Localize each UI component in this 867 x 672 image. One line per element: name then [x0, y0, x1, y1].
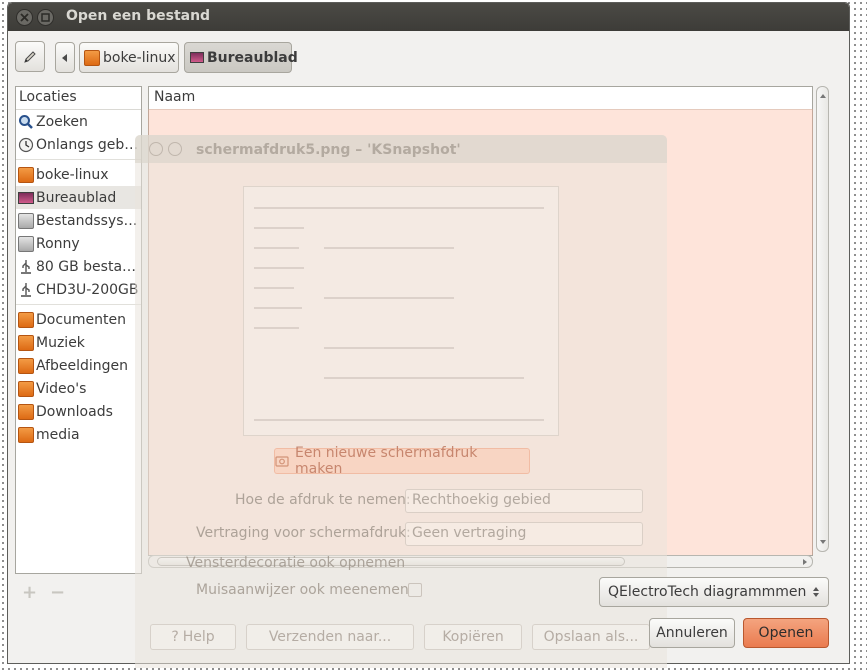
- folder-icon: [18, 403, 34, 420]
- sidebar-item-label: CHD3U-200GB: [36, 281, 139, 298]
- search-icon: [19, 114, 33, 129]
- arrow-down-icon: [820, 540, 826, 544]
- recent-icon: [18, 137, 34, 152]
- close-button[interactable]: [16, 9, 33, 26]
- pencil-icon: [24, 50, 36, 63]
- usb-drive-icon: [21, 259, 31, 274]
- delay-label: Vertraging voor schermafdruk:: [196, 525, 411, 541]
- ghost-help-label: Help: [182, 629, 215, 645]
- places-sidebar: Locaties Zoeken Onlangs geb… boke-linux …: [15, 86, 142, 574]
- filesystem-icon: [18, 212, 34, 229]
- capture-mode-combo[interactable]: Rechthoekig gebied: [405, 489, 643, 513]
- window-decoration-label: Vensterdecoratie ook opnemen: [186, 555, 406, 571]
- ghost-title-bar: schermafdruk5.png – 'KSnapshot': [135, 135, 667, 163]
- delay-spinbox[interactable]: Geen vertraging: [405, 522, 643, 546]
- home-folder-icon: [84, 49, 100, 66]
- sidebar-item-80gb[interactable]: 80 GB besta…: [16, 255, 141, 278]
- updown-arrows-icon: [813, 587, 819, 597]
- file-type-filter[interactable]: QElectroTech diagrammmen: [599, 577, 829, 607]
- sidebar-item-documenten[interactable]: Documenten: [16, 308, 141, 331]
- sidebar-item-label: boke-linux: [36, 166, 109, 183]
- sidebar-separator: [16, 304, 141, 305]
- ghost-send-label: Verzenden naar...: [268, 629, 392, 645]
- ghost-close-icon: [149, 142, 163, 156]
- pictures-folder-icon: [18, 357, 34, 374]
- title-bar: Open een bestand: [8, 3, 849, 31]
- breadcrumb-bureaublad[interactable]: Bureaublad: [184, 42, 298, 73]
- sidebar-item-recent[interactable]: Onlangs geb…: [16, 133, 141, 156]
- sidebar-item-label: Onlangs geb…: [36, 136, 139, 153]
- sidebar-separator: [16, 159, 141, 160]
- sidebar-item-label: Downloads: [36, 403, 113, 420]
- arrow-right-icon: [803, 559, 807, 565]
- remove-bookmark-icon[interactable]: −: [50, 582, 65, 603]
- music-folder-icon: [18, 334, 34, 351]
- maximize-button[interactable]: [37, 9, 54, 26]
- mouse-pointer-checkbox[interactable]: [408, 583, 422, 597]
- sidebar-item-ronny[interactable]: Ronny: [16, 232, 141, 255]
- sidebar-item-videos[interactable]: Video's: [16, 377, 141, 400]
- sidebar-item-muziek[interactable]: Muziek: [16, 331, 141, 354]
- sidebar-item-label: Bestandssys…: [36, 212, 138, 229]
- mouse-pointer-label: Muisaanwijzer ook meenemen: [196, 582, 409, 598]
- sidebar-item-label: Ronny: [36, 235, 80, 252]
- breadcrumb-label: Bureaublad: [207, 49, 298, 66]
- videos-folder-icon: [18, 380, 34, 397]
- column-header-naam[interactable]: Naam: [149, 87, 812, 110]
- add-bookmark-icon[interactable]: +: [22, 582, 37, 603]
- sidebar-item-zoeken[interactable]: Zoeken: [16, 110, 141, 133]
- sidebar-item-bureaublad[interactable]: Bureaublad: [16, 186, 141, 209]
- capture-mode-label: Hoe de afdruk te nemen:: [235, 492, 411, 508]
- sidebar-header[interactable]: Locaties: [16, 87, 141, 110]
- sidebar-item-bestandssysteem[interactable]: Bestandssys…: [16, 209, 141, 232]
- breadcrumb-boke-linux[interactable]: boke-linux: [79, 42, 179, 73]
- cancel-button[interactable]: Annuleren: [649, 618, 735, 648]
- home-folder-icon: [18, 166, 34, 183]
- sidebar-item-downloads[interactable]: Downloads: [16, 400, 141, 423]
- open-button[interactable]: Openen: [743, 618, 829, 648]
- sidebar-item-label: Zoeken: [36, 113, 88, 130]
- ghost-copy-button[interactable]: Kopiëren: [424, 624, 522, 650]
- sidebar-item-afbeeldingen[interactable]: Afbeeldingen: [16, 354, 141, 377]
- ghost-window-title: schermafdruk5.png – 'KSnapshot': [196, 142, 461, 158]
- desktop-icon: [190, 52, 204, 63]
- ghost-copy-label: Kopiëren: [442, 629, 504, 645]
- new-snapshot-label: Een nieuwe schermafdruk maken: [295, 445, 478, 477]
- sidebar-item-label: Bureaublad: [36, 189, 117, 206]
- sidebar-item-label: media: [36, 426, 80, 443]
- ghost-save-button[interactable]: Opslaan als...: [532, 624, 650, 650]
- drive-icon: [18, 235, 34, 252]
- ghost-maximize-icon: [168, 142, 182, 156]
- sidebar-item-boke-linux[interactable]: boke-linux: [16, 163, 141, 186]
- help-icon: ?: [171, 629, 179, 645]
- camera-icon: [275, 456, 289, 467]
- ghost-help-button[interactable]: ? Help: [150, 624, 236, 650]
- maximize-icon: [41, 13, 50, 22]
- usb-drive-icon: [21, 282, 31, 297]
- ghost-save-label: Opslaan als...: [543, 629, 639, 645]
- path-scroll-left-button[interactable]: [55, 42, 75, 73]
- snapshot-preview[interactable]: [243, 186, 559, 436]
- folder-icon: [18, 311, 34, 328]
- arrow-up-icon: [820, 94, 826, 98]
- type-location-button[interactable]: [15, 41, 45, 72]
- filter-selected-label: QElectroTech diagrammmen: [608, 584, 807, 600]
- sidebar-item-chd3u[interactable]: CHD3U-200GB: [16, 278, 141, 301]
- ghost-send-button[interactable]: Verzenden naar...: [246, 624, 414, 650]
- vertical-scrollbar[interactable]: [816, 86, 829, 552]
- close-icon: [20, 13, 29, 22]
- breadcrumb-label: boke-linux: [103, 49, 176, 66]
- sidebar-item-label: Documenten: [36, 311, 127, 328]
- sidebar-item-media[interactable]: media: [16, 423, 141, 446]
- sidebar-item-label: Muziek: [36, 334, 85, 351]
- arrow-left-icon: [62, 53, 67, 62]
- sidebar-item-label: 80 GB besta…: [36, 258, 137, 275]
- sidebar-item-label: Afbeeldingen: [36, 357, 129, 374]
- desktop-icon: [18, 191, 34, 204]
- sidebar-item-label: Video's: [36, 380, 87, 397]
- new-snapshot-button[interactable]: Een nieuwe schermafdruk maken: [274, 445, 530, 477]
- folder-icon: [18, 426, 34, 443]
- window-title: Open een bestand: [66, 8, 211, 24]
